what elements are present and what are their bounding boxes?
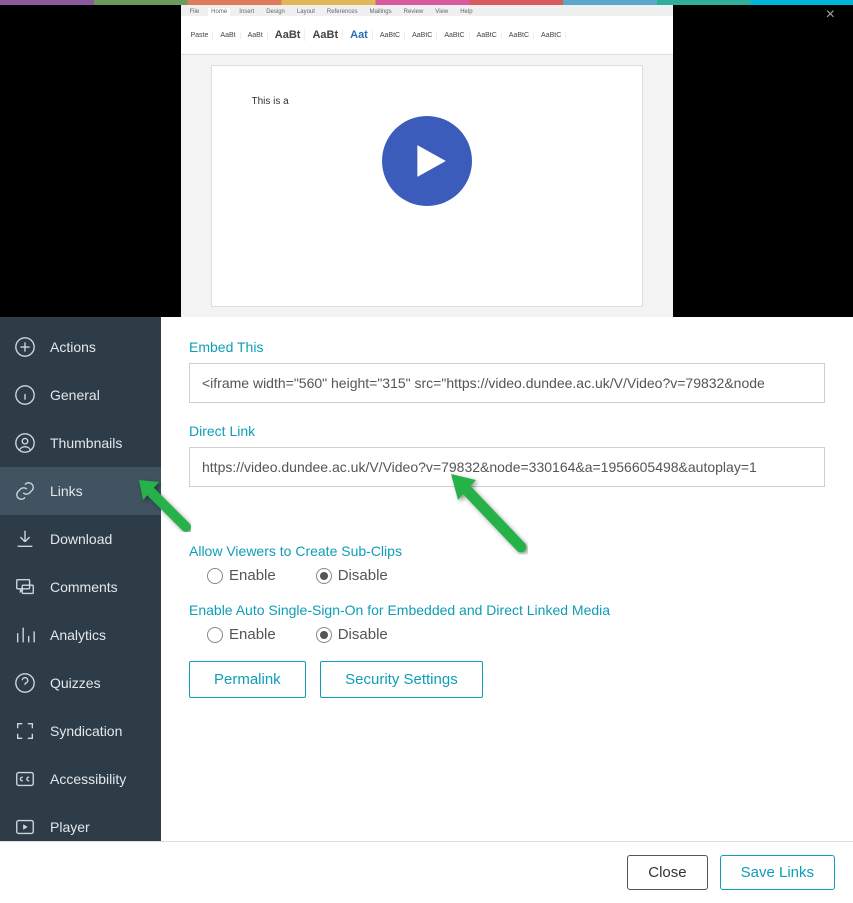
ribbon-tab: View bbox=[432, 8, 451, 16]
ribbon-tab: Home bbox=[208, 8, 230, 16]
subclips-label: Allow Viewers to Create Sub-Clips bbox=[189, 543, 825, 559]
video-preview-bar: File Home Insert Design Layout Reference… bbox=[0, 5, 853, 317]
sidebar-item-analytics[interactable]: Analytics bbox=[0, 611, 161, 659]
permalink-button[interactable]: Permalink bbox=[189, 661, 306, 698]
ribbon-tab: Mailings bbox=[367, 8, 395, 16]
subclips-disable-radio[interactable]: Disable bbox=[316, 567, 388, 584]
radio-label: Disable bbox=[338, 626, 388, 643]
sidebar-item-syndication[interactable]: Syndication bbox=[0, 707, 161, 755]
sidebar-item-label: Links bbox=[50, 483, 83, 499]
ribbon-tab: Review bbox=[401, 8, 427, 16]
sidebar-item-label: Thumbnails bbox=[50, 435, 122, 451]
content-panel: Embed This <iframe width="560" height="3… bbox=[161, 317, 853, 841]
sso-radios: Enable Disable bbox=[207, 626, 825, 643]
video-preview[interactable]: File Home Insert Design Layout Reference… bbox=[181, 5, 673, 317]
security-settings-button[interactable]: Security Settings bbox=[320, 661, 483, 698]
ribbon-tab: File bbox=[187, 8, 203, 16]
sidebar-item-label: Actions bbox=[50, 339, 96, 355]
footer-bar: Close Save Links bbox=[0, 841, 853, 903]
sidebar-item-general[interactable]: General bbox=[0, 371, 161, 419]
ribbon-tab: Layout bbox=[294, 8, 318, 16]
sidebar-item-label: Comments bbox=[50, 579, 118, 595]
sidebar-item-label: Accessibility bbox=[50, 771, 126, 787]
user-circle-icon bbox=[14, 432, 36, 454]
expand-icon bbox=[14, 720, 36, 742]
sidebar-item-accessibility[interactable]: Accessibility bbox=[0, 755, 161, 803]
sidebar-item-download[interactable]: Download bbox=[0, 515, 161, 563]
close-button[interactable]: Close bbox=[627, 855, 707, 890]
sidebar-item-links[interactable]: Links bbox=[0, 467, 161, 515]
player-icon bbox=[14, 816, 36, 838]
radio-label: Enable bbox=[229, 567, 276, 584]
sidebar-item-label: Quizzes bbox=[50, 675, 101, 691]
sidebar-item-label: Player bbox=[50, 819, 90, 835]
subclips-enable-radio[interactable]: Enable bbox=[207, 567, 276, 584]
link-icon bbox=[14, 480, 36, 502]
sidebar-item-label: Download bbox=[50, 531, 112, 547]
sso-disable-radio[interactable]: Disable bbox=[316, 626, 388, 643]
word-ribbon: File Home Insert Design Layout Reference… bbox=[181, 5, 673, 55]
sidebar-item-comments[interactable]: Comments bbox=[0, 563, 161, 611]
ribbon-tab: Help bbox=[457, 8, 475, 16]
radio-label: Enable bbox=[229, 626, 276, 643]
download-icon bbox=[14, 528, 36, 550]
ribbon-tab: Insert bbox=[236, 8, 257, 16]
ribbon-tab: References bbox=[324, 8, 361, 16]
sidebar-item-label: Analytics bbox=[50, 627, 106, 643]
sidebar-item-actions[interactable]: Actions bbox=[0, 323, 161, 371]
subclips-radios: Enable Disable bbox=[207, 567, 825, 584]
sidebar-item-thumbnails[interactable]: Thumbnails bbox=[0, 419, 161, 467]
ribbon-tab: Design bbox=[263, 8, 288, 16]
save-links-button[interactable]: Save Links bbox=[720, 855, 835, 890]
sso-label: Enable Auto Single-Sign-On for Embedded … bbox=[189, 602, 825, 618]
play-icon[interactable] bbox=[382, 116, 472, 206]
plus-circle-icon bbox=[14, 336, 36, 358]
sidebar-item-quizzes[interactable]: Quizzes bbox=[0, 659, 161, 707]
close-icon[interactable]: × bbox=[826, 6, 835, 24]
analytics-icon bbox=[14, 624, 36, 646]
embed-input[interactable]: <iframe width="560" height="315" src="ht… bbox=[189, 363, 825, 403]
sidebar-item-label: General bbox=[50, 387, 100, 403]
embed-label: Embed This bbox=[189, 339, 825, 355]
sso-enable-radio[interactable]: Enable bbox=[207, 626, 276, 643]
document-text: This is a bbox=[252, 96, 289, 107]
radio-label: Disable bbox=[338, 567, 388, 584]
direct-link-input[interactable]: https://video.dundee.ac.uk/V/Video?v=798… bbox=[189, 447, 825, 487]
direct-link-label: Direct Link bbox=[189, 423, 825, 439]
cc-icon bbox=[14, 768, 36, 790]
question-circle-icon bbox=[14, 672, 36, 694]
sidebar-item-label: Syndication bbox=[50, 723, 122, 739]
comments-icon bbox=[14, 576, 36, 598]
sidebar: Actions General Thumbnails Links Downloa… bbox=[0, 317, 161, 841]
info-circle-icon bbox=[14, 384, 36, 406]
